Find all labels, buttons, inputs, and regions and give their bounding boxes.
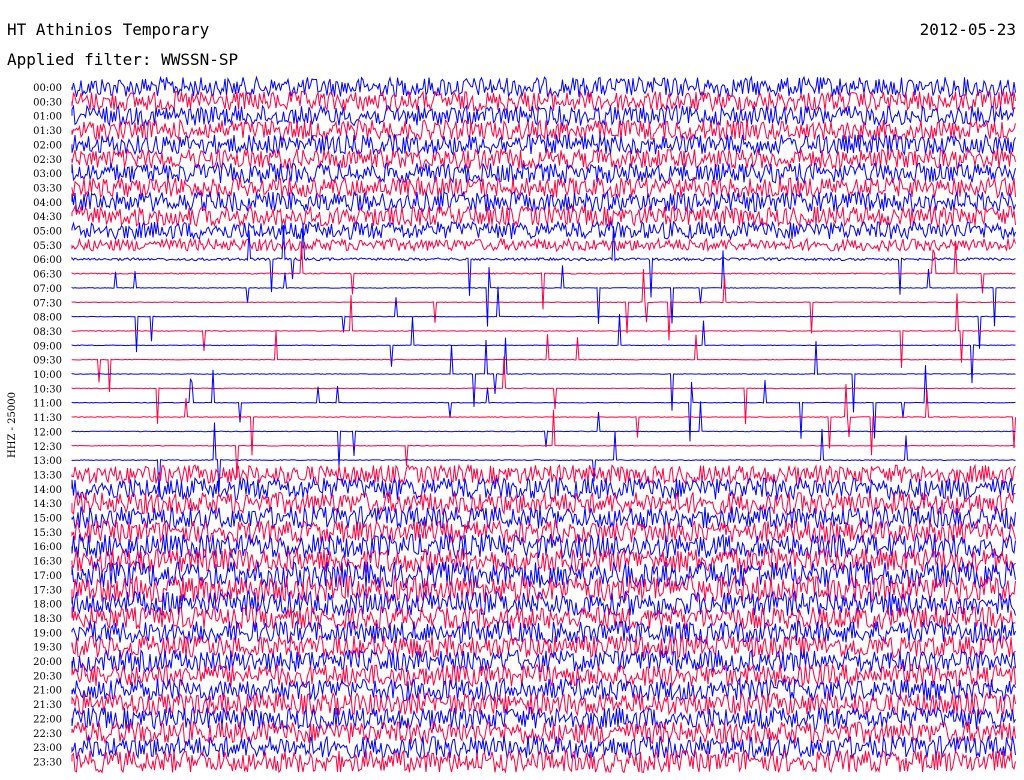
date-label: 2012-05-23 bbox=[920, 20, 1016, 39]
trace-line bbox=[71, 250, 1016, 327]
trace-line bbox=[71, 237, 1016, 253]
time-tick-label: 02:30 bbox=[33, 155, 62, 166]
time-tick-label: 18:00 bbox=[33, 600, 62, 611]
time-tick-label: 09:00 bbox=[33, 341, 62, 352]
time-tick-label: 03:30 bbox=[33, 183, 62, 194]
trace-line bbox=[71, 219, 1016, 241]
time-tick-label: 19:00 bbox=[33, 628, 62, 639]
time-axis-labels: 00:00 00:30 01:00 01:30 02:00 02:30 03:00 03:30… bbox=[33, 83, 62, 768]
trace-line bbox=[71, 505, 1016, 530]
time-tick-label: 22:00 bbox=[33, 714, 62, 725]
time-tick-label: 08:00 bbox=[33, 313, 62, 324]
trace-line bbox=[71, 463, 1016, 486]
trace-line bbox=[71, 365, 1016, 442]
time-tick-label: 06:00 bbox=[33, 255, 62, 266]
trace-line bbox=[71, 75, 1016, 99]
time-tick-label: 17:00 bbox=[33, 571, 62, 582]
time-tick-label: 23:30 bbox=[33, 757, 62, 768]
time-tick-label: 08:30 bbox=[33, 327, 62, 338]
time-tick-label: 04:30 bbox=[33, 212, 62, 223]
filter-label: Applied filter: WWSSN-SP bbox=[7, 50, 238, 69]
time-tick-label: 03:00 bbox=[33, 169, 62, 180]
time-tick-label: 15:00 bbox=[33, 514, 62, 525]
time-tick-label: 15:30 bbox=[33, 528, 62, 539]
time-tick-label: 12:00 bbox=[33, 427, 62, 438]
trace-line bbox=[71, 619, 1016, 645]
trace-line bbox=[71, 546, 1016, 575]
time-tick-label: 23:00 bbox=[33, 743, 62, 754]
time-tick-label: 05:30 bbox=[33, 241, 62, 252]
trace-line bbox=[71, 204, 1016, 228]
trace-line bbox=[71, 104, 1016, 128]
time-tick-label: 17:30 bbox=[33, 585, 62, 596]
time-tick-label: 07:00 bbox=[33, 284, 62, 295]
station-title: HT Athinios Temporary bbox=[7, 20, 210, 39]
trace-line bbox=[71, 240, 1016, 310]
time-tick-label: 21:30 bbox=[33, 700, 62, 711]
time-tick-label: 11:00 bbox=[33, 399, 62, 410]
time-tick-label: 05:00 bbox=[33, 227, 62, 238]
time-tick-label: 12:30 bbox=[33, 442, 62, 453]
trace-line bbox=[71, 749, 1016, 774]
time-tick-label: 13:30 bbox=[33, 470, 62, 481]
time-tick-label: 04:00 bbox=[33, 198, 62, 209]
time-tick-label: 00:00 bbox=[33, 83, 62, 94]
time-tick-label: 14:00 bbox=[33, 485, 62, 496]
time-tick-label: 16:30 bbox=[33, 557, 62, 568]
trace-line bbox=[71, 293, 1016, 368]
time-tick-label: 14:30 bbox=[33, 499, 62, 510]
time-tick-label: 20:30 bbox=[33, 671, 62, 682]
time-tick-label: 09:30 bbox=[33, 356, 62, 367]
time-tick-label: 21:00 bbox=[33, 686, 62, 697]
time-tick-label: 18:30 bbox=[33, 614, 62, 625]
time-tick-label: 06:30 bbox=[33, 270, 62, 281]
time-tick-label: 22:30 bbox=[33, 729, 62, 740]
time-tick-label: 20:00 bbox=[33, 657, 62, 668]
time-tick-label: 10:00 bbox=[33, 370, 62, 381]
time-tick-label: 13:00 bbox=[33, 456, 62, 467]
time-tick-label: 11:30 bbox=[33, 413, 62, 424]
time-tick-label: 01:00 bbox=[33, 112, 62, 123]
time-tick-label: 02:00 bbox=[33, 140, 62, 151]
time-tick-label: 16:00 bbox=[33, 542, 62, 553]
helicorder-chart: HT Athinios Temporary 2012-05-23 Applied… bbox=[7, 20, 1016, 774]
time-tick-label: 10:30 bbox=[33, 384, 62, 395]
y-axis-label: HHZ - 25000 bbox=[7, 392, 18, 458]
time-tick-label: 01:30 bbox=[33, 126, 62, 137]
seismic-traces bbox=[71, 75, 1016, 774]
time-tick-label: 19:30 bbox=[33, 643, 62, 654]
time-tick-label: 00:30 bbox=[33, 97, 62, 108]
time-tick-label: 07:30 bbox=[33, 298, 62, 309]
trace-line bbox=[71, 175, 1016, 199]
